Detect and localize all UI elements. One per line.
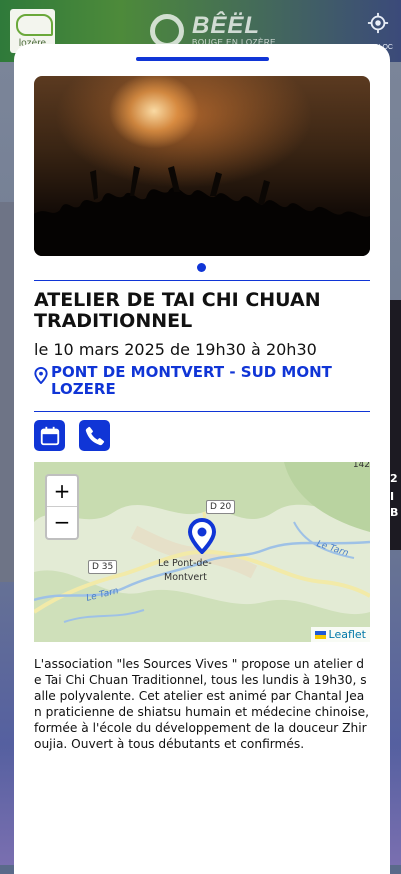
event-title: ATELIER DE TAI CHI CHUAN TRADITIONNEL — [34, 289, 321, 332]
crosshair-icon — [367, 12, 389, 34]
drag-handle[interactable] — [136, 57, 269, 61]
place-label: Montvert — [164, 572, 207, 583]
zoom-in-button[interactable]: + — [47, 476, 77, 507]
add-to-calendar-button[interactable] — [34, 420, 65, 451]
logo-mark-icon — [16, 14, 53, 36]
call-button[interactable] — [79, 420, 110, 451]
background-card-right[interactable]: 2 I B — [389, 300, 401, 550]
bg-card-text: 2 — [390, 472, 398, 485]
bg-card-text: B — [390, 506, 399, 519]
location-pin-icon — [34, 367, 48, 384]
event-detail-sheet: ATELIER DE TAI CHI CHUAN TRADITIONNEL le… — [14, 44, 390, 874]
road-label: D 20 — [206, 500, 236, 514]
bg-card-text: I — [390, 490, 395, 503]
map-number: 142 — [352, 462, 370, 470]
brand-circle-icon — [150, 14, 184, 48]
map-attribution[interactable]: Leaflet — [310, 627, 370, 642]
event-map[interactable]: + − D 20 D 35 Le Pont-de- Montvert Le Ta… — [34, 462, 370, 642]
divider — [34, 411, 370, 412]
ukraine-flag-icon — [314, 631, 326, 639]
event-image[interactable] — [34, 76, 370, 256]
zoom-control: + − — [45, 474, 79, 540]
attribution-link[interactable]: Leaflet — [329, 628, 366, 641]
location-text: PONT DE MONTVERT - SUD MONT LOZERE — [51, 363, 332, 398]
brand-logo[interactable]: BÊËL BOUGE EN LOZÈRE — [150, 12, 275, 48]
background-card-left[interactable] — [0, 202, 14, 582]
phone-icon — [85, 426, 104, 445]
event-location[interactable]: PONT DE MONTVERT - SUD MONT LOZERE — [34, 364, 370, 400]
brand-title: BÊËL — [192, 12, 261, 39]
event-date: le 10 mars 2025 de 19h30 à 20h30 — [34, 340, 317, 359]
divider — [34, 280, 370, 281]
road-label: D 35 — [88, 560, 118, 574]
zoom-out-button[interactable]: − — [47, 507, 77, 537]
calendar-icon — [40, 426, 59, 445]
event-description: L'association "les Sources Vives " propo… — [34, 657, 369, 751]
place-label: Le Pont-de- — [158, 558, 212, 569]
carousel-dot-active[interactable] — [197, 263, 206, 272]
crowd-silhouette — [34, 166, 370, 256]
map-marker-icon[interactable] — [188, 518, 216, 554]
